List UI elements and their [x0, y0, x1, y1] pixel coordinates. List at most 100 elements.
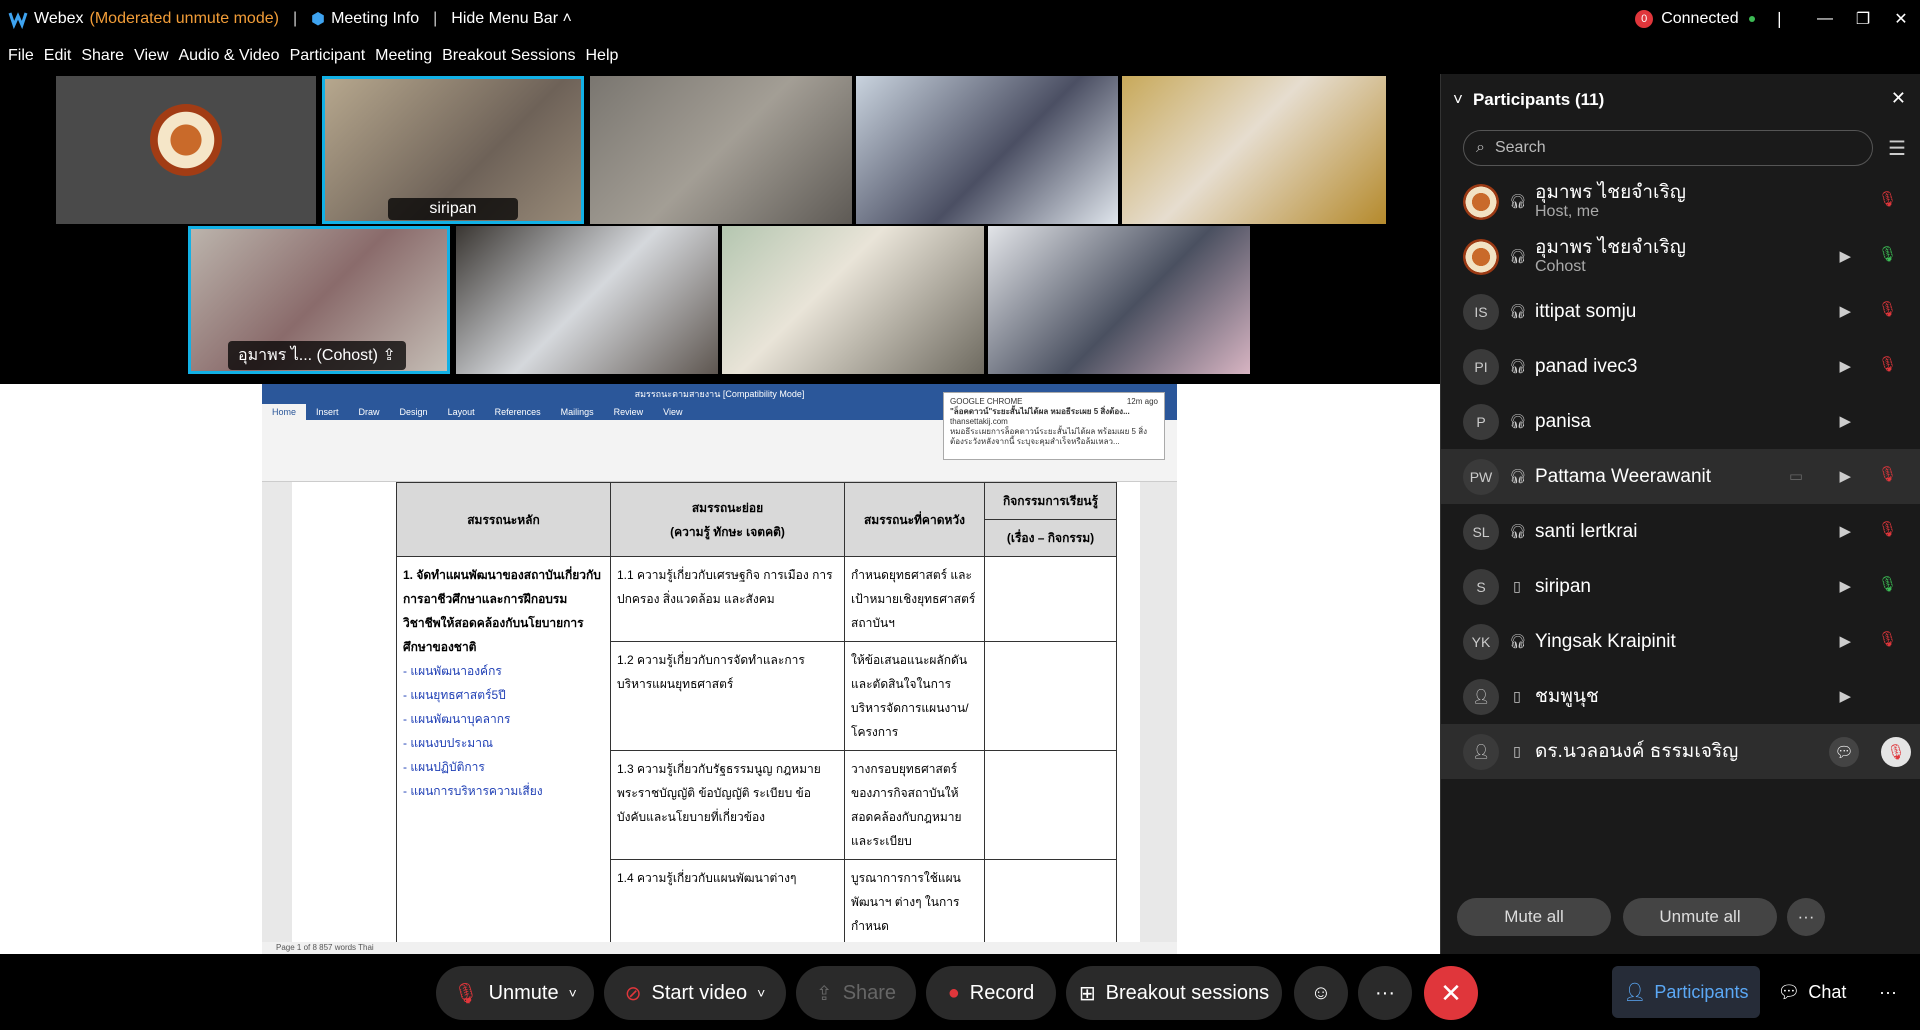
close-panel-icon[interactable]: ✕ [1891, 88, 1906, 109]
chevron-down-icon[interactable]: ˅ [757, 985, 765, 1001]
tile-name-tag: siripan [388, 198, 518, 220]
word-tab-mailings: Mailings [560, 407, 594, 417]
word-tab-draw: Draw [358, 407, 380, 417]
participant-row[interactable]: S ▯ siripan ▶ 🎙︎ [1441, 559, 1920, 614]
reactions-button[interactable]: ☺ [1294, 966, 1348, 1020]
participant-row[interactable]: PI 🎧︎ panad ivec3 ▶ 🎙︎ [1441, 339, 1920, 394]
video-tile-participant[interactable] [1122, 76, 1386, 224]
unmute-all-button[interactable]: Unmute all [1623, 898, 1777, 936]
mic-active-icon[interactable]: 🎙︎ [1878, 245, 1897, 263]
meeting-info-button[interactable]: ⬢ Meeting Info [311, 9, 419, 29]
share-icon: ⇪ [815, 982, 833, 1005]
more-options-icon: ··· [1375, 981, 1395, 1004]
close-window-icon[interactable]: ✕ [1882, 0, 1920, 38]
main-item: - แผนพัฒนาองค์กร [403, 664, 502, 678]
mic-muted-icon[interactable]: 🎙︎ [1878, 355, 1897, 373]
video-camera-icon: ▶ [1839, 633, 1851, 650]
video-tile-participant[interactable] [722, 226, 984, 374]
connection-status[interactable]: Connected [1661, 10, 1738, 28]
collapse-chevron-icon[interactable]: ˅ [1453, 90, 1463, 110]
participant-row[interactable]: 👤︎ ▯ ชมพูนุช ▶ [1441, 669, 1920, 724]
mic-muted-icon[interactable]: 🎙︎ [1878, 465, 1897, 483]
mic-muted-icon[interactable]: 🎙︎ [1878, 630, 1897, 648]
connection-status-badge[interactable]: 0 [1635, 10, 1654, 28]
menu-meeting[interactable]: Meeting [375, 47, 432, 65]
start-video-button[interactable]: ⊘ Start video ˅ [604, 966, 786, 1020]
video-tile-participant[interactable] [988, 226, 1250, 374]
menu-share[interactable]: Share [81, 47, 124, 65]
share-icon: ⇪ [382, 347, 396, 364]
unmute-button[interactable]: 🎙︎ Unmute ˅ [436, 966, 594, 1020]
panel-more-button[interactable]: ··· [1862, 966, 1914, 1018]
unmute-label: Unmute [488, 981, 559, 1004]
menu-participant[interactable]: Participant [290, 47, 366, 65]
menu-edit[interactable]: Edit [44, 47, 72, 65]
participant-row[interactable]: P 🎧︎ panisa ▶ [1441, 394, 1920, 449]
audio-state-icon: 🎧︎ [1509, 358, 1527, 374]
video-tile-siripan[interactable]: siripan [322, 76, 584, 224]
participant-name: santi lertkrai [1535, 520, 1638, 542]
mic-muted-icon[interactable]: 🎙︎ [1878, 300, 1897, 318]
activity-cell [984, 556, 1117, 642]
avatar: P [1463, 403, 1499, 440]
video-camera-icon: ▶ [1839, 578, 1851, 595]
participant-row[interactable]: YK 🎧︎ Yingsak Kraipinit ▶ 🎙︎ [1441, 614, 1920, 669]
menu-help[interactable]: Help [586, 47, 619, 65]
chat-button[interactable]: 💬︎ Chat [1764, 966, 1860, 1018]
competency-table: สมรรถนะหลัก สมรรถนะย่อย (ความรู้ ทักษะ เจ… [396, 482, 1117, 945]
video-stage: siripan อุมาพร ไ... (Cohost) ⇪ [0, 74, 1440, 384]
more-options-icon[interactable]: ··· [1787, 898, 1825, 936]
participant-name: อุมาพร ไชยจำเริญ [1535, 181, 1686, 203]
breakout-sessions-button[interactable]: ⊞ Breakout sessions [1066, 966, 1282, 1020]
avatar-person-icon: 👤︎ [1463, 678, 1499, 715]
more-options-button[interactable]: ··· [1358, 966, 1412, 1020]
chat-label: Chat [1808, 981, 1847, 1002]
participants-button[interactable]: 👤︎ Participants [1612, 966, 1760, 1018]
webex-logo-icon [8, 12, 28, 29]
word-tab-view: View [663, 407, 683, 417]
minimize-icon[interactable]: — [1806, 0, 1844, 38]
main-item: - แผนยุทธศาสตร์5ปี [403, 688, 506, 702]
video-tile-participant[interactable] [856, 76, 1118, 224]
mic-active-icon[interactable]: 🎙︎ [1878, 575, 1897, 593]
menu-breakout-sessions[interactable]: Breakout Sessions [442, 47, 575, 65]
toast-site: thansettakij.com [950, 417, 1008, 426]
hide-menu-bar-button[interactable]: Hide Menu Bar ˄ [451, 10, 572, 28]
shield-icon: ⬢ [311, 11, 326, 28]
share-button[interactable]: ⇪ Share [796, 966, 916, 1020]
sort-list-icon[interactable]: ☰ [1888, 136, 1906, 161]
word-tab-insert: Insert [316, 407, 339, 417]
participant-row[interactable]: IS 🎧︎ ittipat somju ▶ 🎙︎ [1441, 284, 1920, 339]
record-button[interactable]: ● Record [926, 966, 1056, 1020]
participant-row[interactable]: SL 🎧︎ santi lertkrai ▶ 🎙︎ [1441, 504, 1920, 559]
main-item: - แผนพัฒนาบุคลากร [403, 712, 511, 726]
restore-icon[interactable]: ❐ [1844, 0, 1882, 38]
end-meeting-button[interactable]: ✕ [1424, 966, 1478, 1020]
breakout-label: Breakout sessions [1105, 981, 1270, 1004]
search-input[interactable]: ⌕ Search [1463, 130, 1873, 166]
title-separator-2: | [433, 10, 438, 27]
avatar: YK [1463, 623, 1499, 660]
participant-row[interactable]: 👤︎ ▯ ดร.นวลอนงค์ ธรรมเจริญ 💬︎ 🎙︎ [1441, 724, 1920, 779]
video-tile-cohost[interactable]: อุมาพร ไ... (Cohost) ⇪ [188, 226, 450, 374]
mic-muted-icon[interactable]: 🎙︎ [1878, 520, 1897, 538]
video-camera-icon: ▶ [1839, 358, 1851, 375]
mic-muted-icon[interactable]: 🎙︎ [1881, 737, 1911, 767]
avatar: S [1463, 568, 1499, 605]
menu-view[interactable]: View [134, 47, 168, 65]
participant-row[interactable]: 🎧︎ อุมาพร ไชยจำเริญ Cohost ▶ 🎙︎ [1441, 229, 1920, 284]
menu-audio-video[interactable]: Audio & Video [178, 47, 279, 65]
video-tile-participant[interactable] [590, 76, 852, 224]
menu-file[interactable]: File [8, 47, 34, 65]
mic-muted-icon[interactable]: 🎙︎ [1878, 190, 1897, 208]
chevron-down-icon[interactable]: ˅ [569, 985, 577, 1001]
chat-bubble-icon[interactable]: 💬︎ [1829, 737, 1859, 767]
word-status-bar: Page 1 of 8 857 words Thai [262, 942, 1177, 954]
video-tile-participant[interactable] [456, 226, 718, 374]
video-tile-host[interactable] [56, 76, 316, 224]
more-options-icon[interactable]: ▭ [1789, 467, 1803, 485]
mute-all-button[interactable]: Mute all [1457, 898, 1611, 936]
participant-row[interactable]: PW 🎧︎ Pattama Weerawanit ▭ ▶ 🎙︎ [1441, 449, 1920, 504]
participant-row[interactable]: 🎧︎ อุมาพร ไชยจำเริญ Host, me 🎙︎ [1441, 174, 1920, 229]
toast-title: "ล็อคดาวน์"ระยะสั้นไม่ได้ผล หมอธีระเผย 5… [950, 407, 1130, 416]
